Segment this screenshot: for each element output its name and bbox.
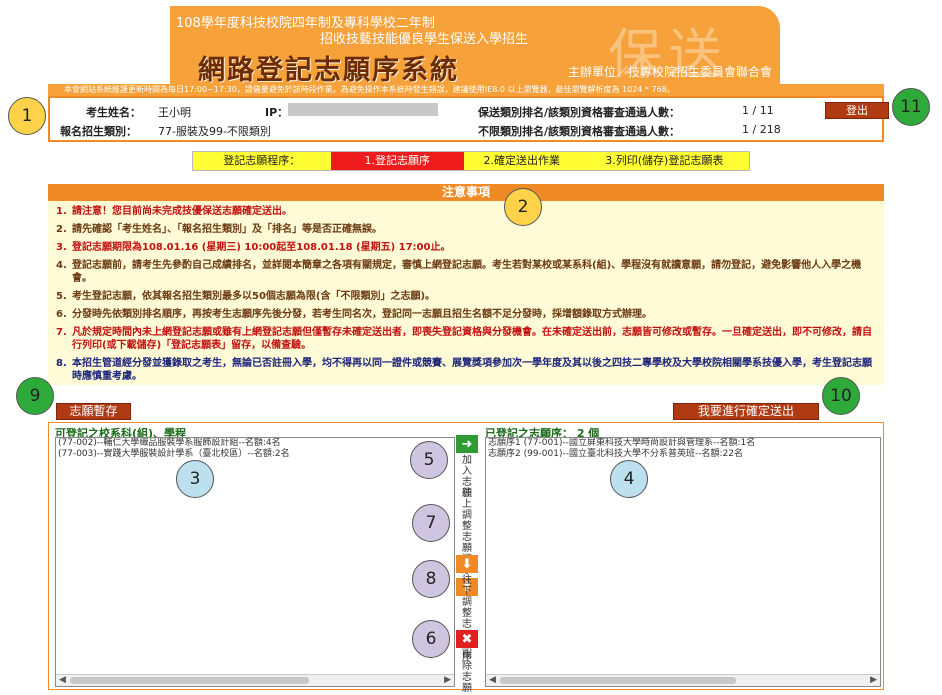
note-item: 4. 登記志願前，請考生先參酌自己成績排名，並詳閱本簡章之各項有關規定，審慎上網登… — [56, 260, 862, 284]
system-title: 網路登記志願序系統 — [198, 55, 459, 84]
callout-5: 5 — [410, 441, 448, 479]
scroll-thumb[interactable] — [500, 677, 737, 684]
callout-6: 6 — [412, 620, 450, 658]
header-banner: 保送 108學年度科技校院四年制及專科學校二年制 招收技藝技能優良學生保送入學招… — [170, 6, 780, 84]
student-info-panel: 考生姓名： 王小明 IP： 報名招生類別： 77-服裝及99-不限類別 保送類別… — [48, 96, 889, 142]
callout-8: 8 — [412, 560, 450, 598]
name-label: 考生姓名： — [86, 106, 141, 119]
scroll-right-icon[interactable]: ▶ — [444, 675, 451, 685]
registration-steps: 登記志願程序： 1.登記志願序 2.確定送出作業 3.列印(儲存)登記志願表 — [192, 151, 750, 171]
available-list[interactable]: (77-002)--輔仁大學織品服裝學系服飾設計組--名額:4名 (77-003… — [55, 437, 455, 687]
note-item: 3. 登記志願期限為108.01.16 (星期三) 10:00起至108.01.1… — [56, 242, 451, 253]
rank2-label: 不限類別排名/該類別資格審查通過人數： — [478, 125, 681, 138]
note-item: 1. 請注意！您目前尚未完成技優保送志願確定送出。 — [56, 206, 292, 217]
remove-choice-label: 刪除志願 — [462, 650, 472, 694]
horizontal-scrollbar[interactable]: ◀ ▶ — [56, 674, 454, 686]
notes-title: 注意事項 — [48, 184, 884, 201]
remove-choice-control[interactable]: ✖ 刪除志願 — [454, 630, 480, 694]
arrow-down-icon[interactable]: ⬇ — [456, 555, 478, 573]
list-item[interactable]: (77-003)--實踐大學服裝設計學系（臺北校區）--名額:2名 — [56, 449, 454, 460]
step-2-confirm[interactable]: 2.確定送出作業 — [464, 152, 580, 170]
notes-list: 1. 請注意！您目前尚未完成技優保送志願確定送出。 2. 請先確認「考生姓名」、「報… — [48, 201, 884, 385]
callout-11: 11 — [892, 88, 930, 126]
rank-label: 保送類別排名/該類別資格審查通過人數： — [478, 106, 681, 119]
scroll-left-icon[interactable]: ◀ — [489, 675, 496, 685]
category-label: 報名招生類別： — [60, 125, 137, 138]
step-1-register[interactable]: 1.登記志願序 — [330, 152, 465, 170]
rank-value: 1 / 11 — [742, 104, 774, 117]
note-item: 2. 請先確認「考生姓名」、「報名招生類別」及「排名」等是否正確無誤。 — [56, 224, 382, 235]
callout-3: 3 — [176, 460, 214, 498]
confirm-submit-button[interactable]: 我要進行確定送出 — [673, 403, 819, 420]
host-organization: 主辦單位／技專校院招生委員會聯合會 — [567, 65, 772, 79]
horizontal-scrollbar[interactable]: ◀ ▶ — [486, 674, 880, 686]
rank2-value: 1 / 218 — [742, 123, 781, 136]
banner-line2: 招收技藝技能優良學生保送入學招生 — [320, 32, 529, 47]
arrow-right-icon[interactable]: ➜ — [456, 435, 478, 453]
scroll-thumb[interactable] — [70, 677, 309, 684]
ip-value-redacted — [288, 103, 438, 116]
note-item: 5. 考生登記志願，依其報名招生類別最多以50個志願為限(含「不限類別」之志願)。 — [56, 291, 436, 302]
ip-label: IP： — [265, 106, 289, 119]
close-icon[interactable]: ✖ — [456, 630, 478, 648]
save-draft-button[interactable]: 志願暫存 — [56, 403, 131, 420]
callout-4: 4 — [610, 460, 648, 498]
category-value: 77-服裝及99-不限類別 — [158, 125, 271, 138]
list-item[interactable]: 志願序2 (99-001)--國立臺北科技大學不分系普英班--名額:22名 — [486, 449, 880, 460]
callout-1: 1 — [8, 97, 46, 135]
note-item: 7. 凡於規定時間內未上網登記志願或雖有上網登記志願但僅暫存未確定送出者，即喪失登… — [56, 327, 872, 351]
callout-10: 10 — [822, 377, 860, 415]
scroll-right-icon[interactable]: ▶ — [870, 675, 877, 685]
note-item: 8. 本招生管道經分發並獲錄取之考生，無論已否註冊入學，均不得再以同一證件或競賽、… — [56, 358, 872, 382]
maintenance-notice: 本會網站系統維護更新時間為每日17:00~17:30，請儘量避免於該時段作業。為… — [48, 84, 884, 96]
name-value: 王小明 — [158, 106, 191, 119]
step-3-print[interactable]: 3.列印(儲存)登記志願表 — [579, 152, 749, 170]
selected-list[interactable]: 志願序1 (77-001)--國立屏東科技大學時尚設計與管理系--名額:1名 志… — [485, 437, 881, 687]
steps-label: 登記志願程序： — [193, 152, 331, 170]
scroll-left-icon[interactable]: ◀ — [59, 675, 66, 685]
list-item[interactable]: 志願序1 (77-001)--國立屏東科技大學時尚設計與管理系--名額:1名 — [486, 438, 880, 449]
logout-button[interactable]: 登出 — [825, 102, 889, 119]
callout-2: 2 — [504, 188, 542, 226]
callout-7: 7 — [412, 504, 450, 542]
callout-9: 9 — [16, 377, 54, 415]
note-item: 6. 分發時先依類別排名順序，再按考生志願序先後分發，若考生同名次，登記同一志願且… — [56, 309, 652, 320]
list-item[interactable]: (77-002)--輔仁大學織品服裝學系服飾設計組--名額:4名 — [56, 438, 454, 449]
